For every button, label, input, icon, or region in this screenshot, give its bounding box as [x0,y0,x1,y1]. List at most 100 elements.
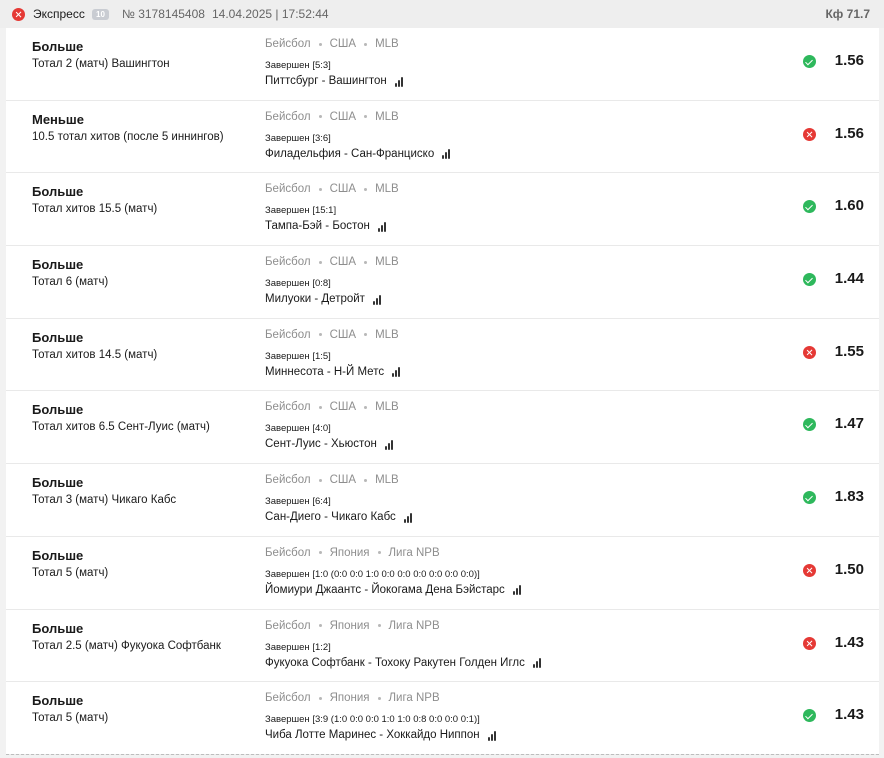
separator-dot [377,696,381,700]
country-label: США [329,110,357,123]
event-breadcrumb: Бейсбол США MLB [265,401,399,413]
event-breadcrumb: Бейсбол США MLB [265,256,399,268]
odds-value: 1.43 [834,633,864,651]
separator-dot [364,115,368,119]
league-label: MLB [375,38,399,50]
match-name: Милуоки - Детройт [265,293,381,305]
match-teams: Питтсбург - Вашингтон [265,75,387,87]
bet-event-row[interactable]: Больше Тотал 6 (матч) Бейсбол США MLB Заверше… [6,246,879,319]
lost-status-icon [803,127,816,141]
pick-label: Больше [32,329,84,345]
event-breadcrumb: Бейсбол США MLB [265,183,399,195]
bet-event-row[interactable]: Больше Тотал 5 (матч) Бейсбол Япония Лига NP… [6,537,879,610]
statistics-icon[interactable] [403,512,412,523]
match-teams: Сан-Диего - Чикаго Кабс [265,511,396,524]
pick-label: Больше [32,693,84,709]
country-label: США [329,401,357,414]
statistics-icon[interactable] [372,294,381,305]
separator-dot [318,551,322,555]
event-breadcrumb: Бейсбол США MLB [265,111,399,123]
bet-events-list: Больше Тотал 2 (матч) Вашингтон Бейсбол США… [6,28,879,755]
statistics-icon[interactable] [512,584,521,596]
league-label: Лига NPB [388,692,440,705]
event-breadcrumb: Бейсбол США MLB [265,329,399,341]
statistics-icon[interactable] [442,148,451,160]
odds-value: 1.50 [834,560,864,578]
league-label: Лига NPB [388,619,440,632]
event-breadcrumb: Бейсбол Япония Лига NPB [265,547,440,559]
sport-label: Бейсбол [265,619,311,632]
country-label: США [329,183,357,196]
pick-label: Меньше [32,111,84,127]
market-name: Тотал 2 (матч) Вашингтон [32,58,170,70]
won-status-icon [803,200,816,214]
country-label: США [329,474,357,487]
bet-datetime: 14.04.2025 | 17:52:44 [212,7,329,21]
statistics-icon[interactable] [377,221,386,232]
bet-event-row[interactable]: Меньше 10.5 тотал хитов (после 5 иннингов… [6,101,879,174]
pick-label: Больше [32,402,84,418]
lost-status-icon [12,8,25,21]
match-name: Филадельфия - Сан-Франциско [265,148,451,160]
statistics-icon[interactable] [384,439,393,450]
bet-event-row[interactable]: Больше Тотал хитов 6.5 Сент-Луис (матч) Бе… [6,391,879,465]
pick-label: Больше [32,547,84,563]
country-label: США [329,256,357,269]
bet-header[interactable]: Экспресс 10 № 3178145408 14.04.2025 | 17… [0,0,884,28]
odds-value: 1.56 [834,52,864,69]
bet-event-row[interactable]: Больше Тотал хитов 15.5 (матч) Бейсбол США M… [6,173,879,247]
dashed-divider [6,754,879,755]
won-status-icon [803,55,816,68]
statistics-icon[interactable] [392,366,401,378]
match-teams: Фукуока Софтбанк - Тохоку Ракутен Голден… [265,656,525,669]
separator-dot [364,187,368,191]
market-name: Тотал 3 (матч) Чикаго Кабс [32,494,177,507]
bet-type: Экспресс [33,7,85,21]
match-result: Завершен [0:8] [265,278,331,290]
separator-dot [318,696,322,700]
match-result: Завершен [1:2] [265,641,331,653]
sport-label: Бейсбол [265,692,311,705]
country-label: США [329,38,357,50]
sport-label: Бейсбол [265,474,311,487]
league-label: MLB [375,401,399,414]
match-teams: Йомиури Джаантс - Йокогама Дена Бэйстарс [265,583,505,596]
separator-dot [364,260,368,264]
won-status-icon [803,709,816,723]
match-name: Сан-Диего - Чикаго Кабс [265,511,412,523]
pick-label: Больше [32,475,84,491]
market-name: Тотал 6 (матч) [32,276,109,289]
bet-event-row[interactable]: Больше Тотал 3 (матч) Чикаго Кабс Бейсбол С… [6,464,879,537]
market-name: Тотал 2.5 (матч) Фукуока Софтбанк [32,639,221,652]
separator-dot [318,260,322,264]
country-label: Япония [329,546,370,559]
market-name: Тотал хитов 6.5 Сент-Луис (матч) [32,421,210,434]
match-teams: Сент-Луис - Хьюстон [265,438,377,451]
event-breadcrumb: Бейсбол США MLB [265,474,399,486]
bet-event-row[interactable]: Больше Тотал 2.5 (матч) Фукуока Софтбанк Б… [6,610,879,683]
league-label: MLB [375,474,399,487]
event-breadcrumb: Бейсбол Япония Лига NPB [265,620,440,632]
match-result: Завершен [1:5] [265,350,331,362]
separator-dot [318,115,322,119]
statistics-icon[interactable] [487,730,496,741]
odds-value: 1.55 [834,342,864,360]
separator-dot [364,478,368,482]
separator-dot [364,333,368,337]
match-name: Чиба Лотте Маринес - Хоккайдо Ниппон [265,729,496,741]
league-label: MLB [375,183,399,196]
match-result: Завершен [4:0] [265,423,331,435]
bet-event-row[interactable]: Больше Тотал 5 (матч) Бейсбол Япония Лига NP… [6,682,879,755]
match-teams: Милуоки - Детройт [265,293,365,306]
pick-label: Больше [32,39,84,54]
won-status-icon [803,491,816,505]
odds-value: 1.47 [834,415,864,433]
bet-event-row[interactable]: Больше Тотал 2 (матч) Вашингтон Бейсбол США… [6,28,879,101]
sport-label: Бейсбол [265,183,311,196]
match-name: Тампа-Бэй - Бостон [265,220,386,232]
statistics-icon[interactable] [532,657,541,668]
separator-dot [318,624,322,627]
bet-event-row[interactable]: Больше Тотал хитов 14.5 (матч) Бейсбол США M… [6,319,879,392]
market-name: Тотал хитов 15.5 (матч) [32,203,158,216]
statistics-icon[interactable] [394,76,403,87]
